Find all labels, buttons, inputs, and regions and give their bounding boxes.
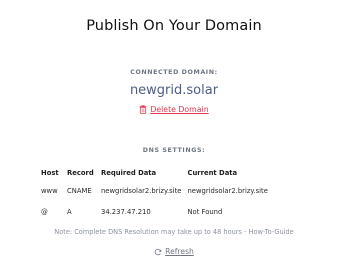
refresh-row: Refresh	[0, 247, 348, 258]
trash-icon	[139, 105, 147, 114]
connected-domain-name: newgrid.solar	[129, 83, 219, 98]
cell-required-data: newgridsolar2.brizy.site	[101, 186, 182, 195]
header-host: Host	[41, 169, 59, 177]
header-required-data: Required Data	[101, 169, 157, 177]
dns-table: Host Record Required Data Current Data w…	[41, 166, 274, 222]
refresh-label: Refresh	[165, 247, 194, 256]
delete-domain-button[interactable]: Delete Domain	[139, 105, 209, 114]
cell-host: @	[41, 207, 48, 216]
dns-settings-label: DNS SETTINGS:	[142, 147, 206, 154]
delete-domain-row: Delete Domain	[0, 105, 348, 116]
dns-resolution-note: Note: Complete DNS Resolution may take u…	[54, 228, 294, 236]
header-record: Record	[67, 169, 94, 177]
delete-domain-label: Delete Domain	[150, 105, 209, 114]
header-current-data: Current Data	[187, 169, 238, 177]
cell-record: CNAME	[67, 186, 92, 195]
dns-table-header: Host Record Required Data Current Data	[41, 166, 274, 180]
table-row: www CNAME newgridsolar2.brizy.site newgr…	[41, 180, 274, 201]
cell-required-data: 34.237.47.210	[101, 207, 151, 216]
refresh-button[interactable]: Refresh	[154, 247, 194, 256]
cell-host: www	[41, 186, 58, 195]
refresh-icon	[154, 248, 162, 255]
table-row: @ A 34.237.47.210 Not Found	[41, 201, 274, 222]
page-title: Publish On Your Domain	[86, 18, 262, 34]
cell-record: A	[67, 207, 72, 216]
connected-domain-label: CONNECTED DOMAIN:	[130, 69, 218, 76]
cell-current-data: Not Found	[187, 207, 223, 216]
cell-current-data: newgridsolar2.brizy.site	[187, 186, 268, 195]
